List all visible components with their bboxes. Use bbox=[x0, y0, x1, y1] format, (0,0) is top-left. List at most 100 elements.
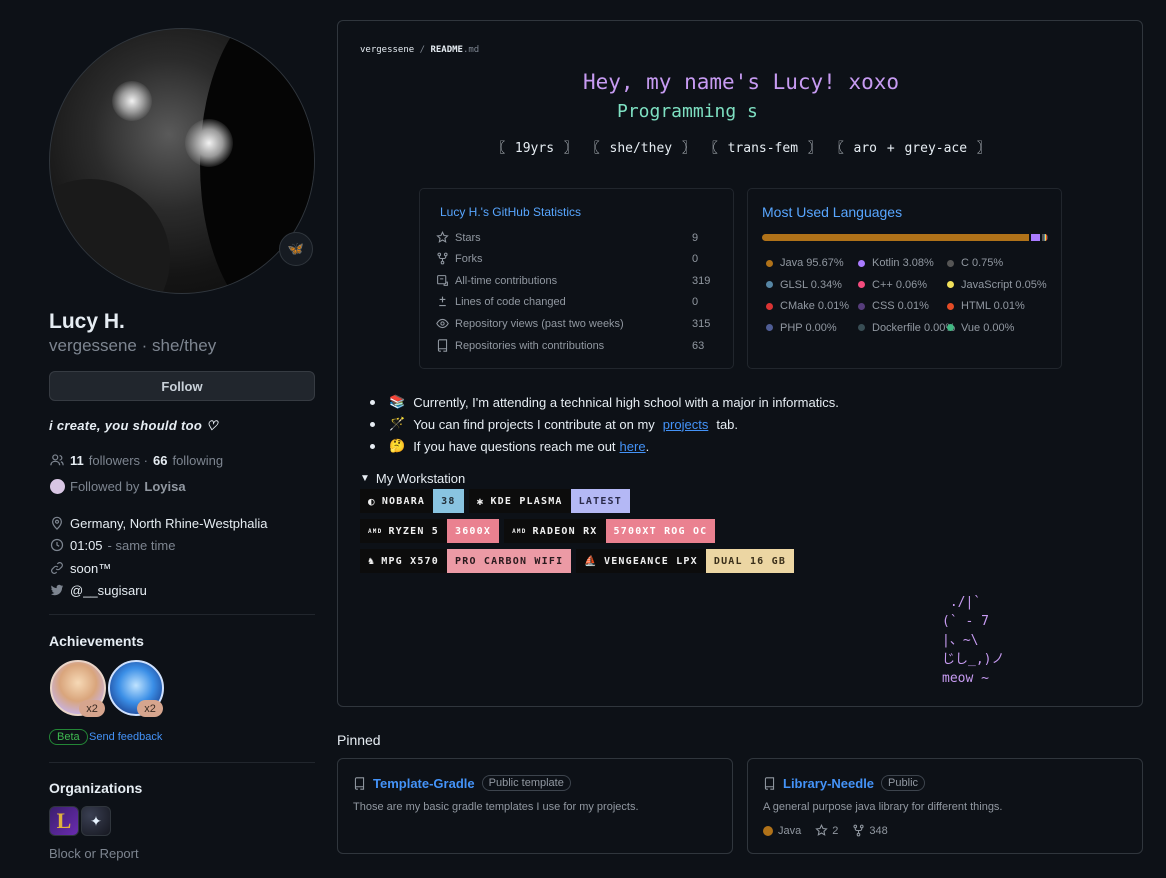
localtime-text: 01:05 bbox=[70, 537, 103, 553]
mpg-badge[interactable]: ♞ MPG X570 bbox=[360, 549, 447, 573]
language-item: GLSL 0.34% bbox=[766, 279, 842, 291]
star-icon bbox=[436, 231, 449, 243]
languages-card[interactable]: Most Used Languages Java 95.67% Kotlin 3.… bbox=[747, 188, 1062, 369]
stat-row: Repositories with contributions 63 bbox=[436, 339, 706, 352]
readme-bullet: 🤔 If you have questions reach me out her… bbox=[370, 438, 649, 454]
repo-name-link[interactable]: Library-Needle bbox=[783, 776, 874, 791]
stat-value: 0 bbox=[692, 252, 699, 265]
language-label: Kotlin 3.08% bbox=[872, 257, 934, 269]
language-color-dot bbox=[947, 302, 954, 310]
profile-name: Lucy H. bbox=[49, 310, 125, 333]
ryzen-badge[interactable]: AMD RYZEN 5 bbox=[360, 519, 447, 543]
language-item: HTML 0.01% bbox=[947, 300, 1025, 312]
location-text: Germany, North Rhine-Westphalia bbox=[70, 515, 268, 531]
localtime-note: - same time bbox=[107, 537, 176, 553]
language-item: Vue 0.00% bbox=[947, 322, 1014, 334]
workstation-label: My Workstation bbox=[375, 471, 466, 486]
fork-icon bbox=[853, 824, 864, 837]
star-count: 2 bbox=[832, 824, 839, 837]
twitter-item: @__sugisaru bbox=[49, 582, 147, 598]
stat-value: 315 bbox=[692, 317, 711, 330]
followed-by-name[interactable]: Loyisa bbox=[144, 479, 185, 494]
nobara-version-badge[interactable]: 38 bbox=[433, 489, 464, 513]
status-emoji-icon[interactable]: 🦋 bbox=[279, 232, 313, 266]
language-label: Dockerfile 0.00% bbox=[872, 321, 956, 334]
following-label[interactable]: following bbox=[172, 453, 223, 468]
language-item: CMake 0.01% bbox=[766, 300, 849, 312]
ryzen-model-badge[interactable]: 3600X bbox=[446, 519, 500, 543]
block-or-report-link[interactable]: Block or Report bbox=[49, 846, 139, 861]
nobara-badge[interactable]: ◐ NOBARA bbox=[360, 489, 434, 513]
link-icon bbox=[49, 560, 65, 576]
readme-bullet: 📚 Currently, I'm attending a technical h… bbox=[370, 394, 839, 410]
stat-row: Repository views (past two weeks) 315 bbox=[436, 317, 710, 330]
organization-avatar-sparkle[interactable]: ✦ bbox=[81, 806, 111, 836]
follow-button[interactable]: Follow bbox=[49, 371, 315, 401]
stat-label: Lines of code changed bbox=[455, 295, 566, 308]
repo-icon bbox=[354, 776, 365, 790]
language-label: HTML 0.01% bbox=[961, 300, 1025, 312]
organization-avatar-league[interactable]: L bbox=[49, 806, 79, 836]
language-item: PHP 0.00% bbox=[766, 322, 837, 334]
following-count[interactable]: 66 bbox=[153, 453, 167, 468]
readme-breadcrumb: vergessene / README.md bbox=[360, 45, 479, 55]
bullet-text: . bbox=[645, 438, 650, 454]
language-label: Java 95.67% bbox=[780, 257, 844, 269]
language-name: Java bbox=[778, 824, 802, 837]
breadcrumb-file[interactable]: README bbox=[430, 45, 463, 55]
kde-icon: ✱ bbox=[476, 494, 485, 508]
language-color-dot bbox=[858, 281, 865, 288]
bullet-text: tab. bbox=[716, 416, 739, 432]
language-item: C 0.75% bbox=[947, 257, 1003, 269]
followers-count[interactable]: 11 bbox=[70, 453, 84, 468]
followers-label[interactable]: followers · bbox=[89, 453, 148, 468]
language-label: CSS 0.01% bbox=[872, 300, 929, 312]
achievement-count: x2 bbox=[79, 700, 105, 717]
vengeance-model-badge[interactable]: DUAL 16 GB bbox=[705, 549, 795, 573]
repo-name-link[interactable]: Template-Gradle bbox=[373, 776, 475, 791]
github-stats-card[interactable]: Lucy H.'s GitHub Statistics Stars 9 Fork… bbox=[419, 188, 734, 369]
kde-version-badge[interactable]: LATEST bbox=[570, 489, 630, 513]
bullet-text: You can find projects I contribute at on… bbox=[413, 416, 655, 432]
language-bar-segment bbox=[1031, 234, 1040, 241]
stat-row: All-time contributions 319 bbox=[436, 274, 710, 287]
language-label: C++ 0.06% bbox=[872, 278, 928, 291]
projects-link[interactable]: projects bbox=[663, 417, 709, 432]
repo-icon bbox=[437, 339, 448, 352]
radeon-badge[interactable]: AMD RADEON RX bbox=[504, 519, 606, 543]
achievements-heading[interactable]: Achievements bbox=[49, 633, 144, 649]
avatar-eye-glow bbox=[185, 119, 233, 167]
vengeance-badge[interactable]: ⛵ VENGEANCE LPX bbox=[576, 549, 706, 573]
stat-row: Forks 0 bbox=[436, 252, 706, 265]
languages-progress-bar bbox=[762, 234, 1048, 241]
follower-avatar-icon[interactable] bbox=[49, 478, 65, 494]
repo-forks[interactable]: 348 bbox=[852, 824, 888, 837]
radeon-model-badge[interactable]: 5700XT ROG OC bbox=[605, 519, 716, 543]
avatar[interactable] bbox=[49, 28, 315, 294]
repo-icon bbox=[764, 776, 775, 790]
badge-label: VENGEANCE LPX bbox=[603, 555, 698, 567]
organizations-heading: Organizations bbox=[49, 780, 143, 796]
location-item: Germany, North Rhine-Westphalia bbox=[49, 515, 268, 531]
repo-stars[interactable]: 2 bbox=[815, 824, 838, 837]
kde-badge[interactable]: ✱ KDE PLASMA bbox=[468, 489, 571, 513]
followed-by-prefix: Followed by bbox=[70, 478, 140, 494]
here-link[interactable]: here bbox=[620, 439, 646, 454]
send-feedback-link[interactable]: Send feedback bbox=[89, 731, 162, 743]
stats-card-title: Lucy H.'s GitHub Statistics bbox=[440, 205, 581, 219]
visibility-badge: Public bbox=[881, 775, 926, 791]
language-item: Java 95.67% bbox=[766, 257, 844, 269]
language-label: PHP 0.00% bbox=[780, 321, 837, 334]
language-label: C 0.75% bbox=[961, 257, 1004, 269]
profile-bio: i create, you should too ♡ bbox=[49, 418, 218, 433]
localtime-item: 01:05 - same time bbox=[49, 537, 175, 553]
breadcrumb-user[interactable]: vergessene bbox=[360, 45, 414, 55]
corsair-icon: ⛵ bbox=[584, 555, 598, 567]
website-link[interactable]: soon™ bbox=[70, 561, 111, 576]
workstation-toggle[interactable]: ▼ My Workstation bbox=[360, 471, 465, 486]
languages-card-title: Most Used Languages bbox=[762, 204, 903, 220]
badge-label: NOBARA bbox=[381, 495, 426, 507]
mpg-model-badge[interactable]: PRO CARBON WIFI bbox=[447, 549, 572, 573]
twitter-link[interactable]: @__sugisaru bbox=[70, 583, 147, 598]
contributions-icon bbox=[437, 275, 448, 286]
